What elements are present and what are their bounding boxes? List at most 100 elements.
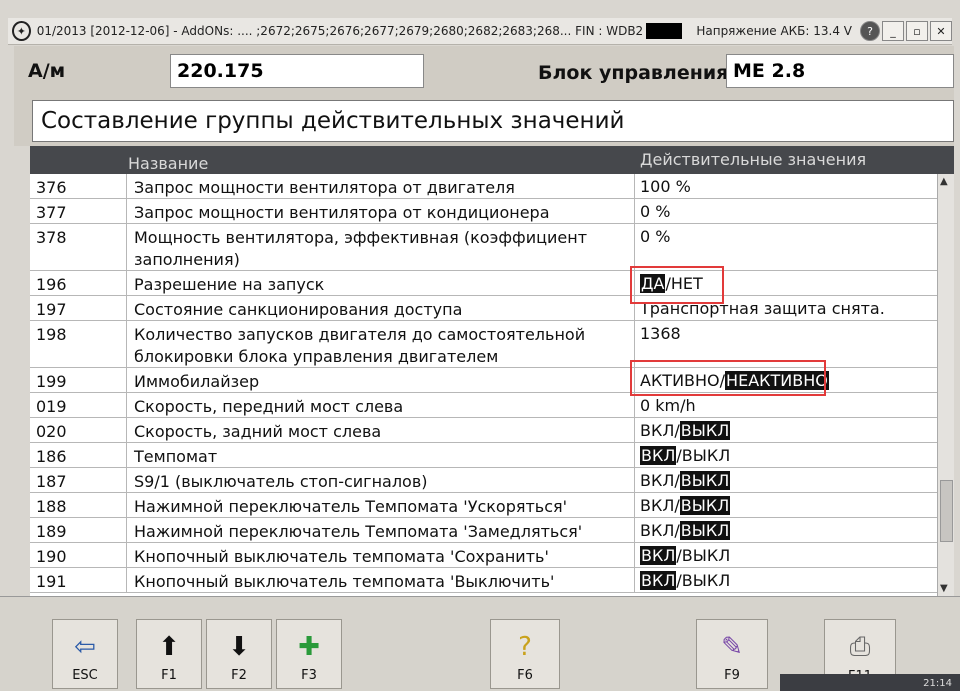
row-id: 189 [36,522,67,541]
state-option-b: ВЫКЛ [679,471,731,490]
row-name: Мощность вентилятора, эффективная (коэфф… [134,228,588,269]
table-row[interactable]: 188 Нажимной переключатель Темпомата 'Уск… [30,493,954,518]
function-key-toolbar: ⇦ ESC ⬆ F1 ⬇ F2 ✚ F3 ? F6 ✎ F9 ⎙ F11 21:… [0,596,960,691]
row-value: 0 km/h [640,396,696,415]
table-row[interactable]: 186 Темпомат ВКЛ/ВЫКЛ [30,443,954,468]
esc-button[interactable]: ⇦ ESC [52,619,118,689]
table-row[interactable]: 020 Скорость, задний мост слева ВКЛ/ВЫКЛ [30,418,954,443]
column-divider [126,518,127,542]
table-row[interactable]: 019 Скорость, передний мост слева 0 km/h [30,393,954,418]
diagnostic-window: ✦ 01/2013 [2012-12-06] - AddONs: .... ;2… [0,0,960,691]
column-divider [126,393,127,417]
column-name-header: Название [128,154,209,173]
row-value: ВКЛ/ВЫКЛ [640,546,730,565]
state-option-b: ВЫКЛ [679,521,731,540]
f9-button[interactable]: ✎ F9 [696,619,768,689]
title-bar: ✦ 01/2013 [2012-12-06] - AddONs: .... ;2… [8,18,952,45]
table-row[interactable]: 378 Мощность вентилятора, эффективная (ко… [30,224,954,271]
column-divider [634,393,635,417]
row-id: 191 [36,572,67,591]
column-divider [634,418,635,442]
window-controls: ? _ ▫ ✕ [858,21,952,41]
add-remove-icon: ✚ [298,632,320,662]
row-id: 197 [36,300,67,319]
table-row[interactable]: 377 Запрос мощности вентилятора от кондиц… [30,199,954,224]
row-name: Скорость, передний мост слева [134,397,404,416]
row-id: 019 [36,397,67,416]
f6-button[interactable]: ? F6 [490,619,560,689]
column-divider [126,174,127,198]
column-divider [126,568,127,592]
row-value: ВКЛ/ВЫКЛ [640,421,731,440]
row-id: 377 [36,203,67,222]
row-name: S9/1 (выключатель стоп-сигналов) [134,472,428,491]
f3-button[interactable]: ✚ F3 [276,619,342,689]
column-divider [126,296,127,320]
column-divider [126,468,127,492]
table-header: Название Действительные значения [30,146,954,174]
vertical-scrollbar[interactable]: ▲ ▼ [937,174,954,596]
column-divider [126,418,127,442]
column-divider [126,443,127,467]
scroll-down-icon[interactable]: ▼ [940,583,948,594]
scrollbar-thumb[interactable] [940,480,953,542]
column-divider [634,224,635,270]
maximize-button[interactable]: ▫ [906,21,928,41]
scroll-up-icon[interactable]: ▲ [940,176,948,187]
column-divider [634,493,635,517]
table-row[interactable]: 189 Нажимной переключатель Темпомата 'Зам… [30,518,954,543]
row-value: 0 % [640,227,671,246]
column-divider [126,321,127,367]
row-name: Количество запусков двигателя до самосто… [134,325,586,366]
printer-icon: ⎙ [849,632,871,662]
table-row[interactable]: 197 Состояние санкционирования доступа Тра… [30,296,954,321]
redacted-vin-block [645,23,683,39]
close-button[interactable]: ✕ [930,21,952,41]
values-table: Название Действительные значения 376 Запр… [30,146,954,596]
row-id: 196 [36,275,67,294]
column-divider [634,518,635,542]
highlight-box-immobilizer [630,360,826,396]
f1-button[interactable]: ⬆ F1 [136,619,202,689]
state-option-a: ВКЛ [640,571,677,590]
ecu-value: ME 2.8 [726,54,954,88]
state-option-b: ВЫКЛ [681,571,731,590]
row-name: Запрос мощности вентилятора от кондицион… [134,203,550,222]
state-option-a: ВКЛ [640,546,677,565]
column-divider [126,493,127,517]
state-option-a: ВКЛ [640,521,675,540]
battery-voltage: Напряжение АКБ: 13.4 V [696,24,852,38]
vehicle-label: А/м [28,60,66,82]
column-divider [126,271,127,295]
ecu-label: Блок управления [538,62,729,84]
row-value: 0 % [640,202,671,221]
arrow-up-icon: ⬆ [158,632,180,662]
row-name: Кнопочный выключатель темпомата 'Выключи… [134,572,555,591]
table-row[interactable]: 196 Разрешение на запуск ДА/НЕТ [30,271,954,296]
table-row[interactable]: 187 S9/1 (выключатель стоп-сигналов) ВКЛ/В… [30,468,954,493]
state-option-b: ВЫКЛ [679,421,731,440]
state-option-a: ВКЛ [640,471,675,490]
column-divider [126,368,127,392]
table-row[interactable]: 190 Кнопочный выключатель темпомата 'Сохр… [30,543,954,568]
row-id: 198 [36,325,67,344]
column-divider [634,543,635,567]
minimize-button[interactable]: _ [882,21,904,41]
os-taskbar: 21:14 [780,674,960,691]
state-option-b: ВЫКЛ [681,546,731,565]
row-id: 186 [36,447,67,466]
f2-button[interactable]: ⬇ F2 [206,619,272,689]
row-name: Скорость, задний мост слева [134,422,382,441]
row-id: 376 [36,178,67,197]
row-id: 199 [36,372,67,391]
help-icon[interactable]: ? [860,21,880,41]
row-name: Состояние санкционирования доступа [134,300,463,319]
state-separator: / [674,521,680,540]
row-name: Темпомат [134,447,218,466]
table-row[interactable]: 376 Запрос мощности вентилятора от двигат… [30,174,954,199]
table-row[interactable]: 191 Кнопочный выключатель темпомата 'Выкл… [30,568,954,593]
column-value-header: Действительные значения [640,150,867,169]
vehicle-value: 220.175 [170,54,424,88]
row-id: 020 [36,422,67,441]
column-divider [634,443,635,467]
